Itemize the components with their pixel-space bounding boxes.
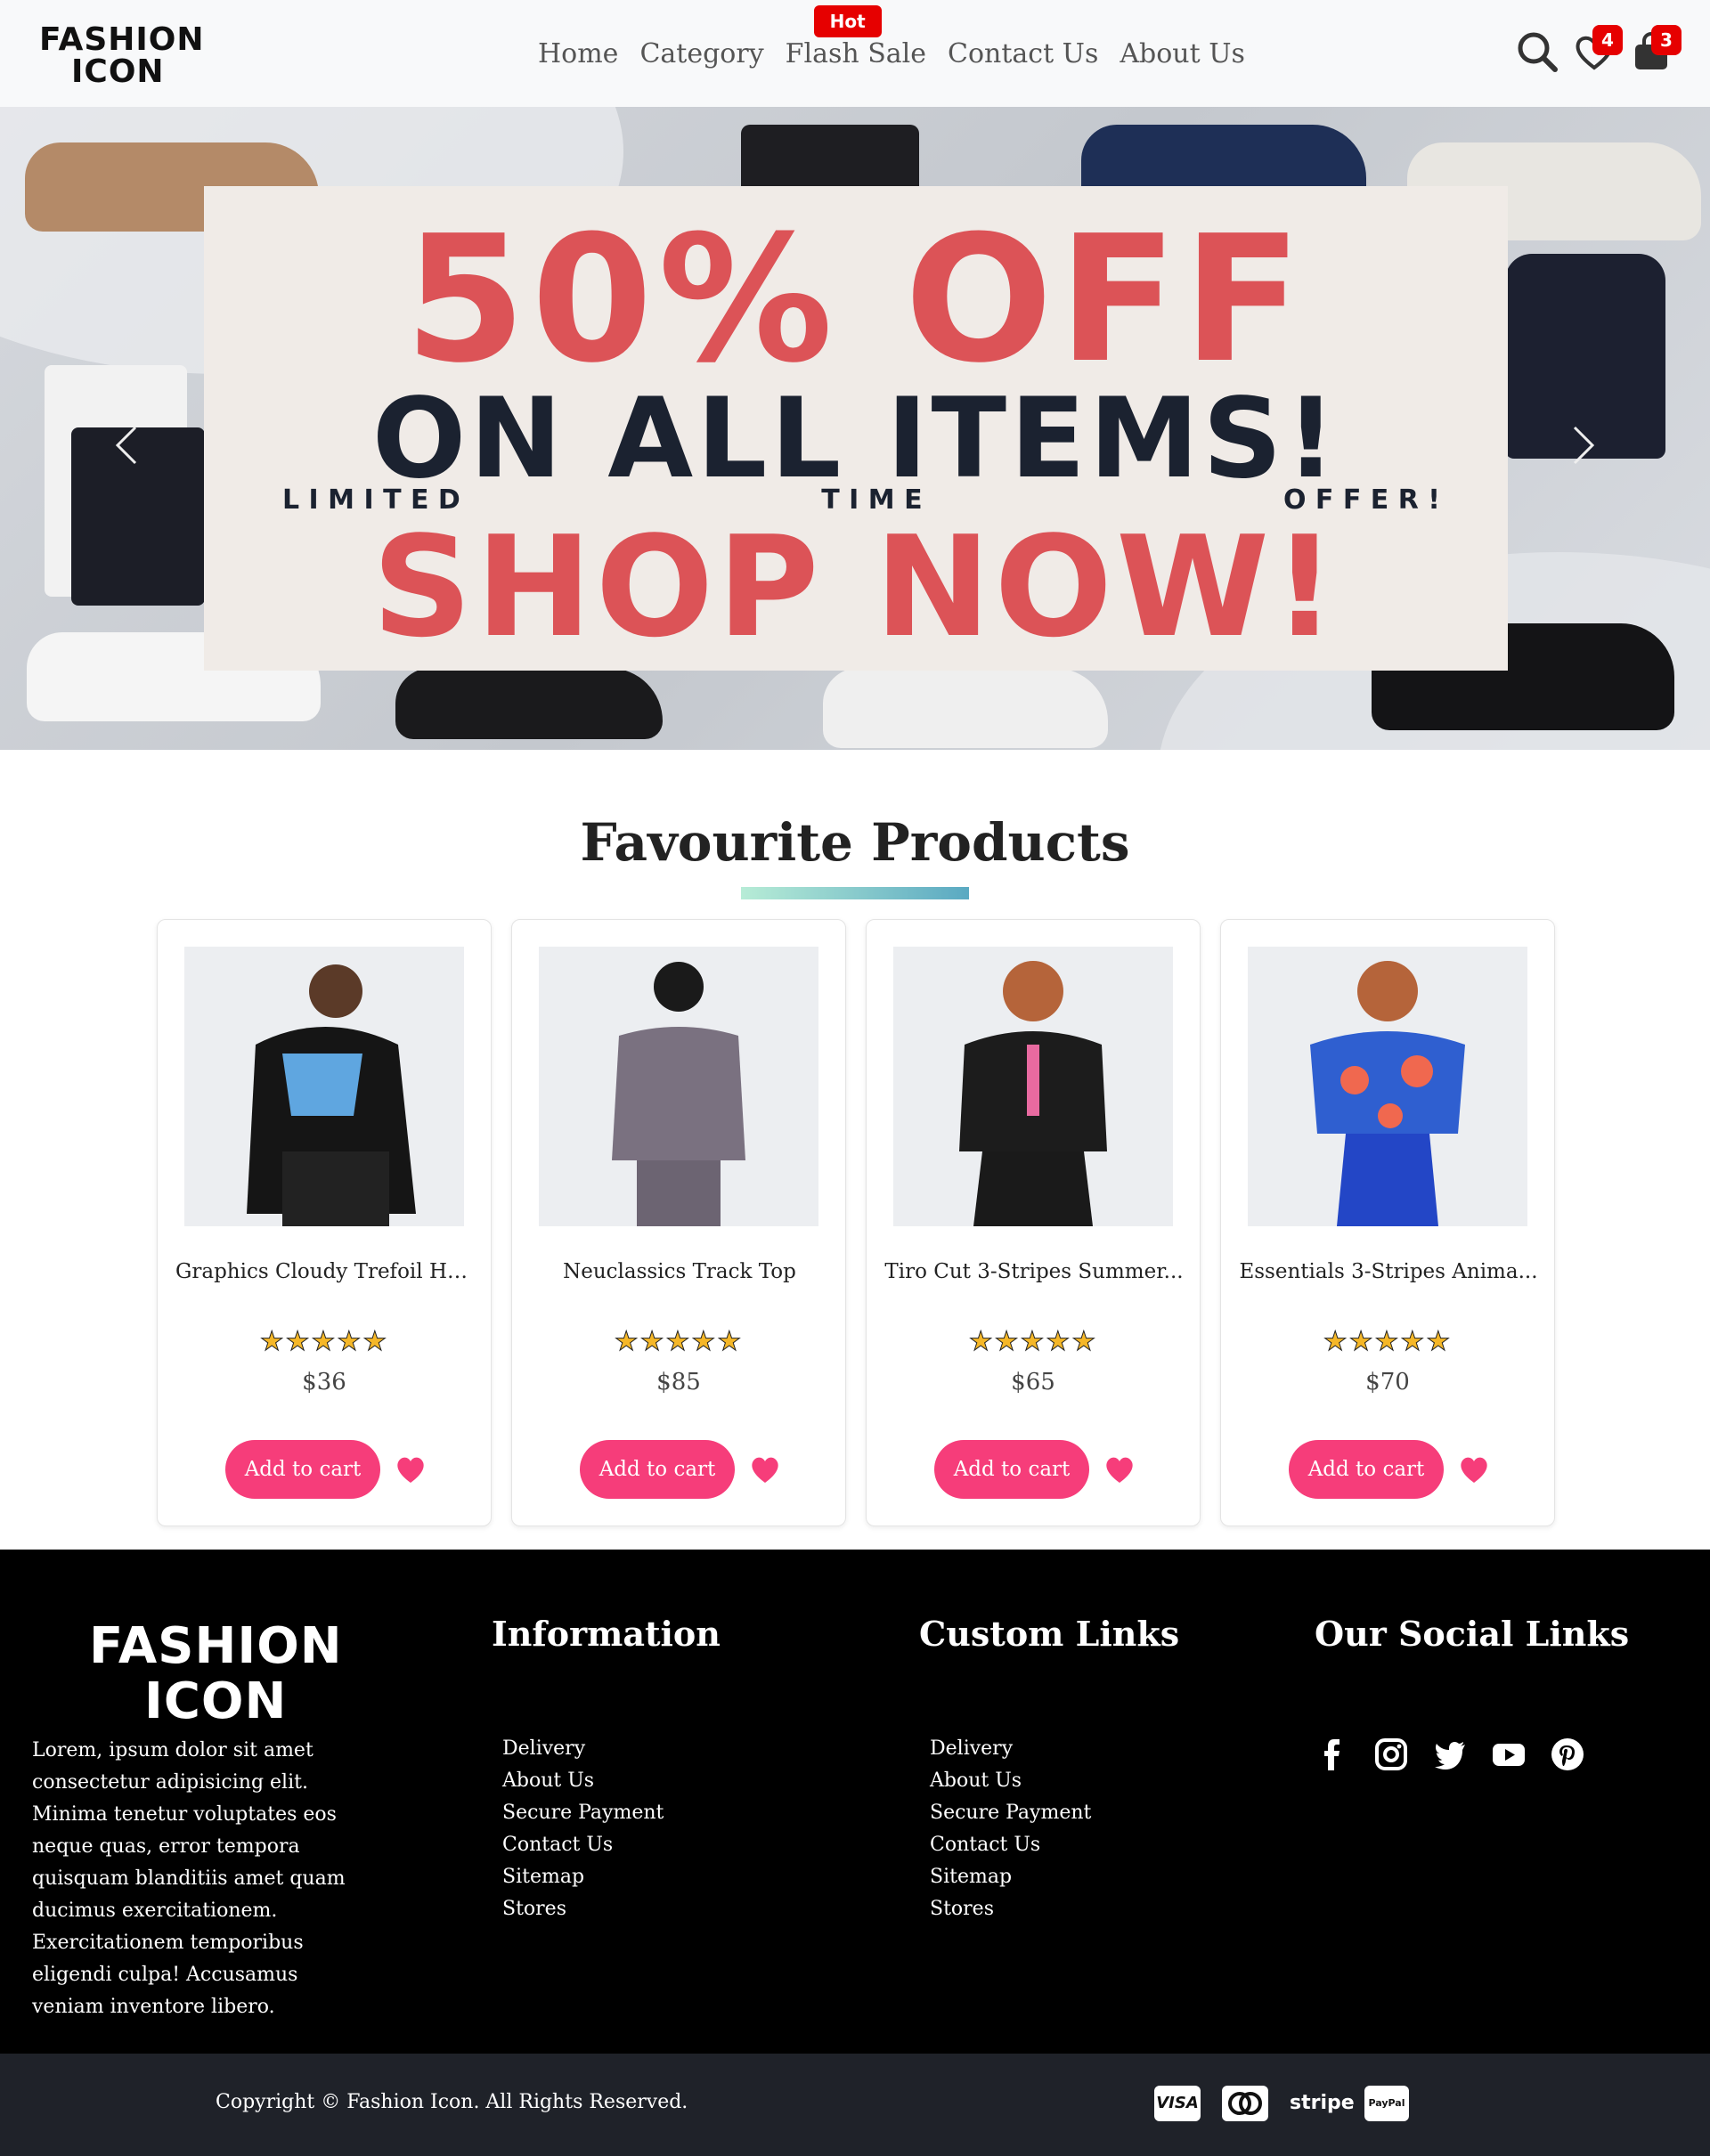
heart-icon[interactable] <box>395 1454 427 1485</box>
product-name[interactable]: Graphics Cloudy Trefoil Ho... <box>175 1260 475 1283</box>
add-to-cart-button[interactable]: Add to cart <box>580 1440 735 1499</box>
wishlist-count: 4 <box>1592 25 1623 55</box>
add-to-cart-button[interactable]: Add to cart <box>1289 1440 1444 1499</box>
social-heading: Our Social Links <box>1315 1614 1630 1654</box>
nav-home[interactable]: Home <box>538 34 618 75</box>
product-name[interactable]: Essentials 3-Stripes Anima... <box>1239 1260 1538 1283</box>
promo-cta: SHOP NOW! <box>371 506 1340 668</box>
heart-icon[interactable] <box>749 1454 781 1485</box>
product-price: $65 <box>1011 1369 1055 1395</box>
footer-link-contact-us[interactable]: Contact Us <box>930 1829 1091 1861</box>
carousel-next-button[interactable] <box>1557 401 1610 490</box>
footer-link-delivery[interactable]: Delivery <box>930 1733 1091 1765</box>
search-icon[interactable] <box>1514 28 1560 75</box>
footer-logo[interactable]: FASHION ICON <box>89 1617 356 1730</box>
product-price: $85 <box>656 1369 701 1395</box>
footer-link-delivery[interactable]: Delivery <box>502 1733 664 1765</box>
main-menu: Home Category Flash Sale Hot Contact Us … <box>538 5 1245 75</box>
facebook-icon[interactable] <box>1315 1737 1350 1772</box>
custom-links: Delivery About Us Secure Payment Contact… <box>930 1733 1091 1925</box>
mastercard-icon <box>1222 2086 1268 2121</box>
rating-stars: ★★★★★ <box>968 1326 1098 1358</box>
social-links <box>1315 1737 1585 1772</box>
twitter-icon[interactable] <box>1432 1737 1468 1772</box>
footer-link-stores[interactable]: Stores <box>930 1893 1091 1925</box>
footer-link-about-us[interactable]: About Us <box>930 1765 1091 1797</box>
product-image[interactable] <box>1248 947 1527 1226</box>
custom-links-heading: Custom Links <box>919 1614 1180 1654</box>
footer-link-secure-payment[interactable]: Secure Payment <box>502 1797 664 1829</box>
product-card: Tiro Cut 3-Stripes Summer... ★★★★★ $65 A… <box>866 919 1201 1526</box>
product-card: Graphics Cloudy Trefoil Ho... ★★★★★ $36 … <box>157 919 492 1526</box>
promo-banner[interactable]: 50% OFF ON ALL ITEMS! L I M I T E D T I … <box>204 186 1508 671</box>
copyright-text: Copyright © Fashion Icon. All Rights Res… <box>216 2091 688 2113</box>
heart-icon[interactable] <box>1103 1454 1136 1485</box>
nav-flash-sale-label: Flash Sale <box>785 38 926 69</box>
footer-link-sitemap[interactable]: Sitemap <box>502 1861 664 1893</box>
youtube-icon[interactable] <box>1491 1737 1527 1772</box>
nav-about-us[interactable]: About Us <box>1120 34 1245 75</box>
nav-contact-us[interactable]: Contact Us <box>948 34 1098 75</box>
product-price: $36 <box>302 1369 346 1395</box>
section-title: Favourite Products <box>580 812 1130 873</box>
chevron-right-icon <box>1573 426 1595 465</box>
carousel-prev-button[interactable] <box>100 401 153 490</box>
product-card: Essentials 3-Stripes Anima... ★★★★★ $70 … <box>1220 919 1555 1526</box>
product-price: $70 <box>1365 1369 1410 1395</box>
product-image[interactable] <box>539 947 818 1226</box>
footer-logo-line-1: FASHION <box>89 1617 343 1675</box>
paypal-icon: PayPal <box>1364 2086 1409 2121</box>
copyright-bar: Copyright © Fashion Icon. All Rights Res… <box>0 2054 1710 2156</box>
pinterest-icon[interactable] <box>1550 1737 1585 1772</box>
footer-description: Lorem, ipsum dolor sit amet consectetur … <box>32 1739 346 2018</box>
promo-subtitle: ON ALL ITEMS! <box>371 375 1340 503</box>
nav-actions: 4 3 <box>1514 25 1692 78</box>
rating-stars: ★★★★★ <box>1323 1326 1453 1358</box>
footer-link-sitemap[interactable]: Sitemap <box>930 1861 1091 1893</box>
hot-badge: Hot <box>813 5 882 37</box>
information-heading: Information <box>492 1614 721 1654</box>
footer: FASHION ICON Lorem, ipsum dolor sit amet… <box>0 1550 1710 2054</box>
product-card: Neuclassics Track Top ★★★★★ $85 Add to c… <box>511 919 846 1526</box>
product-name[interactable]: Neuclassics Track Top <box>530 1260 829 1283</box>
add-to-cart-button[interactable]: Add to cart <box>934 1440 1089 1499</box>
hero-carousel: 50% OFF ON ALL ITEMS! L I M I T E D T I … <box>0 107 1710 750</box>
footer-link-secure-payment[interactable]: Secure Payment <box>930 1797 1091 1829</box>
hero-sneaker-image <box>823 668 1108 748</box>
footer-logo-line-2: ICON <box>144 1672 288 1730</box>
chevron-left-icon <box>115 426 137 465</box>
rating-stars: ★★★★★ <box>259 1326 389 1358</box>
heart-icon[interactable] <box>1458 1454 1490 1485</box>
instagram-icon[interactable] <box>1373 1737 1409 1772</box>
visa-icon: VISA <box>1154 2086 1201 2121</box>
footer-link-contact-us[interactable]: Contact Us <box>502 1829 664 1861</box>
logo-line-2: ICON <box>71 53 165 90</box>
rating-stars: ★★★★★ <box>614 1326 744 1358</box>
navbar: FASHION ICON Home Category Flash Sale Ho… <box>0 0 1710 107</box>
footer-link-about-us[interactable]: About Us <box>502 1765 664 1797</box>
footer-link-stores[interactable]: Stores <box>502 1893 664 1925</box>
nav-flash-sale[interactable]: Flash Sale Hot <box>785 5 926 75</box>
information-links: Delivery About Us Secure Payment Contact… <box>502 1733 664 1925</box>
title-underline <box>741 887 969 899</box>
stripe-icon: stripe <box>1290 2092 1355 2114</box>
brand-logo[interactable]: FASHION ICON <box>39 21 204 90</box>
add-to-cart-button[interactable]: Add to cart <box>225 1440 380 1499</box>
nav-category[interactable]: Category <box>639 34 763 75</box>
product-image[interactable] <box>893 947 1173 1226</box>
promo-discount: 50% OFF <box>404 199 1307 402</box>
product-image[interactable] <box>184 947 464 1226</box>
wishlist-button[interactable]: 4 <box>1571 25 1623 75</box>
cart-count: 3 <box>1651 25 1682 55</box>
cart-button[interactable]: 3 <box>1628 25 1682 75</box>
hero-sneaker-image <box>395 668 663 739</box>
logo-line-1: FASHION <box>39 21 205 58</box>
product-name[interactable]: Tiro Cut 3-Stripes Summer... <box>884 1260 1184 1283</box>
